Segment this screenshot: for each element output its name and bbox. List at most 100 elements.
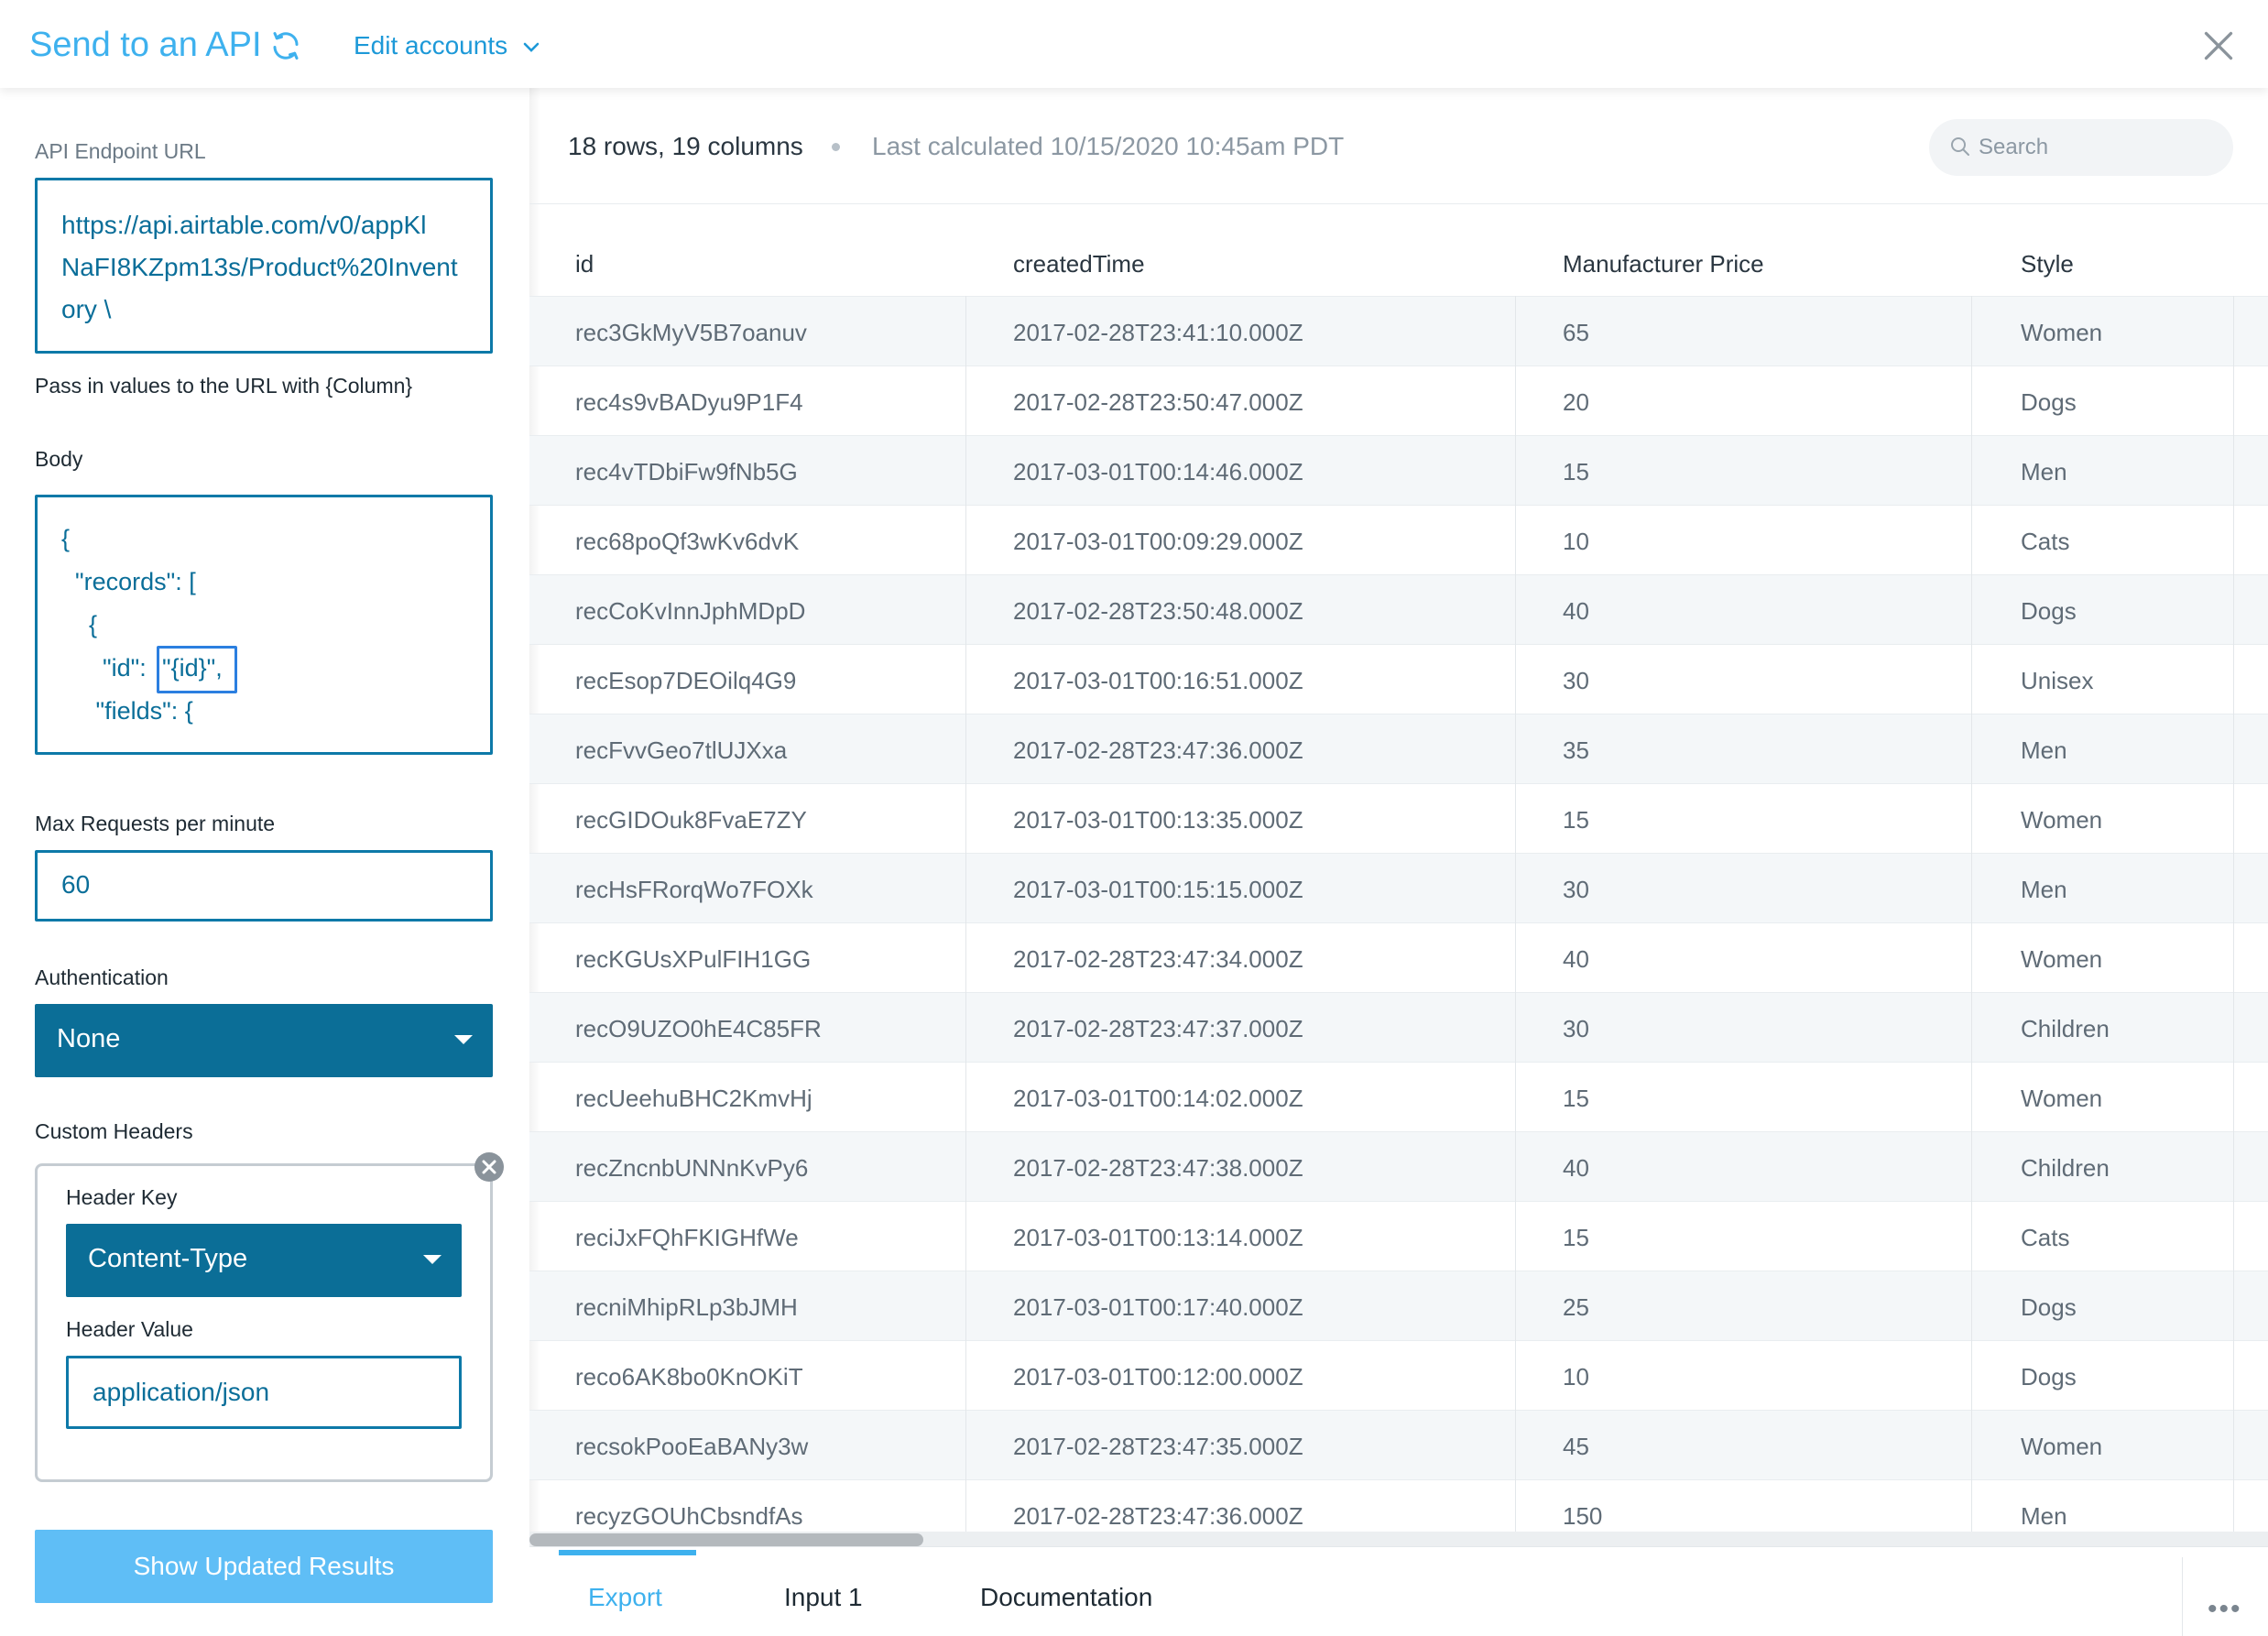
endpoint-line-3: ory \ — [61, 295, 112, 323]
more-icon[interactable]: ••• — [2208, 1594, 2242, 1625]
cell-style: Children — [2021, 1015, 2110, 1042]
cell-style: Women — [2021, 945, 2103, 973]
cell-style: Cats — [2021, 1224, 2070, 1251]
cell-manufacturer-price: 150 — [1563, 1502, 1603, 1530]
cell-createdtime: 2017-02-28T23:50:48.000Z — [1013, 597, 1303, 625]
search-input[interactable]: Search — [1929, 119, 2233, 176]
cell-style: Men — [2021, 1502, 2067, 1530]
endpoint-line-2: NaFI8KZpm13s/Product%20Invent — [61, 253, 458, 281]
cell-createdtime: 2017-02-28T23:47:38.000Z — [1013, 1154, 1303, 1182]
table-row[interactable]: rec3GkMyV5B7oanuv 2017-02-28T23:41:10.000… — [529, 296, 2268, 365]
table-row[interactable]: recyzGOUhCbsndfAs 2017-02-28T23:47:36.000… — [529, 1479, 2268, 1532]
horizontal-scrollbar-thumb[interactable] — [529, 1533, 923, 1546]
cell-manufacturer-price: 40 — [1563, 945, 1589, 973]
endpoint-label: API Endpoint URL — [35, 139, 206, 163]
header-value-text: application/json — [93, 1378, 270, 1406]
cell-id: recGIDOuk8FvaE7ZY — [575, 806, 807, 834]
header-key-value: Content-Type — [88, 1244, 248, 1273]
cell-createdtime: 2017-02-28T23:41:10.000Z — [1013, 319, 1303, 346]
table-row[interactable]: rec4vTDbiFw9fNb5G 2017-03-01T00:14:46.000… — [529, 435, 2268, 505]
authentication-select[interactable]: None — [35, 1004, 493, 1077]
column-divider — [1515, 296, 1516, 1532]
header-key-select[interactable]: Content-Type — [66, 1224, 462, 1297]
cell-manufacturer-price: 10 — [1563, 1363, 1589, 1391]
column-header-id[interactable]: id — [575, 250, 594, 278]
endpoint-help-text: Pass in values to the URL with {Column} — [35, 374, 413, 398]
cell-id: recyzGOUhCbsndfAs — [575, 1502, 803, 1530]
cell-id: recFvvGeo7tlUJXxa — [575, 736, 788, 764]
authentication-value: None — [57, 1024, 121, 1053]
cell-createdtime: 2017-03-01T00:12:00.000Z — [1013, 1363, 1303, 1391]
custom-headers-label: Custom Headers — [35, 1119, 193, 1143]
table-row[interactable]: reco6AK8bo0KnOKiT 2017-03-01T00:12:00.000… — [529, 1340, 2268, 1410]
cell-id: recKGUsXPulFIH1GG — [575, 945, 812, 973]
column-divider — [1971, 296, 1972, 1532]
cell-createdtime: 2017-03-01T00:16:51.000Z — [1013, 667, 1303, 694]
cell-manufacturer-price: 25 — [1563, 1293, 1589, 1321]
cell-id: recniMhipRLp3bJMH — [575, 1293, 798, 1321]
cell-style: Dogs — [2021, 1293, 2077, 1321]
tab-input-1[interactable]: Input 1 — [784, 1583, 863, 1612]
header-value-input[interactable]: application/json — [66, 1356, 462, 1429]
table-row[interactable]: recUeehuBHC2KmvHj 2017-03-01T00:14:02.000… — [529, 1062, 2268, 1131]
cell-id: recO9UZO0hE4C85FR — [575, 1015, 822, 1042]
cell-style: Unisex — [2021, 667, 2094, 694]
column-divider — [965, 296, 966, 1532]
cell-style: Dogs — [2021, 388, 2077, 416]
table-row[interactable]: reciJxFQhFKIGHfWe 2017-03-01T00:13:14.000… — [529, 1201, 2268, 1271]
body-label: Body — [35, 447, 83, 471]
edit-accounts-label: Edit accounts — [354, 31, 508, 60]
cell-createdtime: 2017-02-28T23:47:36.000Z — [1013, 736, 1303, 764]
panel-header: Send to an API Edit accounts — [0, 0, 2268, 88]
cell-manufacturer-price: 30 — [1563, 876, 1589, 903]
placeholder-highlight — [157, 646, 237, 693]
cell-createdtime: 2017-02-28T23:47:37.000Z — [1013, 1015, 1303, 1042]
column-header-manufacturer-price[interactable]: Manufacturer Price — [1563, 250, 1764, 278]
caret-down-icon — [454, 1035, 473, 1044]
body-editor[interactable]: { "records": [ { "id": "{id}", "fields":… — [35, 495, 493, 755]
max-requests-label: Max Requests per minute — [35, 812, 276, 835]
cell-style: Cats — [2021, 528, 2070, 555]
cell-style: Women — [2021, 1433, 2103, 1460]
tab-documentation[interactable]: Documentation — [980, 1583, 1152, 1612]
cell-style: Children — [2021, 1154, 2110, 1182]
cell-id: reco6AK8bo0KnOKiT — [575, 1363, 803, 1391]
table-row[interactable]: recsokPooEaBANy3w 2017-02-28T23:47:35.000… — [529, 1410, 2268, 1479]
last-calculated: Last calculated 10/15/2020 10:45am PDT — [872, 132, 1345, 160]
table-row[interactable]: recKGUsXPulFIH1GG 2017-02-28T23:47:34.000… — [529, 922, 2268, 992]
table-row[interactable]: rec68poQf3wKv6dvK 2017-03-01T00:09:29.000… — [529, 505, 2268, 574]
cell-manufacturer-price: 45 — [1563, 1433, 1589, 1460]
column-header-style[interactable]: Style — [2021, 250, 2074, 278]
tab-export[interactable]: Export — [588, 1583, 662, 1612]
close-icon[interactable] — [2202, 29, 2235, 62]
cell-id: reciJxFQhFKIGHfWe — [575, 1224, 799, 1251]
edit-accounts-dropdown[interactable]: Edit accounts — [354, 31, 540, 60]
table-row[interactable]: recFvvGeo7tlUJXxa 2017-02-28T23:47:36.000… — [529, 714, 2268, 783]
column-header-createdtime[interactable]: createdTime — [1013, 250, 1145, 278]
table-row[interactable]: rec4s9vBADyu9P1F4 2017-02-28T23:50:47.000… — [529, 365, 2268, 435]
cell-createdtime: 2017-02-28T23:47:36.000Z — [1013, 1502, 1303, 1530]
table-row[interactable]: recniMhipRLp3bJMH 2017-03-01T00:17:40.000… — [529, 1271, 2268, 1340]
cell-id: recZncnbUNNnKvPy6 — [575, 1154, 809, 1182]
cell-manufacturer-price: 65 — [1563, 319, 1589, 346]
cell-style: Men — [2021, 458, 2067, 485]
table-row[interactable]: recGIDOuk8FvaE7ZY 2017-03-01T00:13:35.000… — [529, 783, 2268, 853]
table-row[interactable]: recZncnbUNNnKvPy6 2017-02-28T23:47:38.000… — [529, 1131, 2268, 1201]
remove-icon[interactable] — [474, 1152, 504, 1182]
table-row[interactable]: recEsop7DEOilq4G9 2017-03-01T00:16:51.000… — [529, 644, 2268, 714]
separator-dot — [832, 143, 840, 151]
cell-createdtime: 2017-02-28T23:50:47.000Z — [1013, 388, 1303, 416]
table-row[interactable]: recHsFRorqWo7FOXk 2017-03-01T00:15:15.000… — [529, 853, 2268, 922]
cell-id: rec4vTDbiFw9fNb5G — [575, 458, 798, 485]
cell-id: recHsFRorqWo7FOXk — [575, 876, 813, 903]
header-key-label: Header Key — [66, 1185, 178, 1209]
refresh-icon[interactable] — [269, 29, 302, 62]
table-row[interactable]: recO9UZO0hE4C85FR 2017-02-28T23:47:37.000… — [529, 992, 2268, 1062]
table-row[interactable]: recCoKvInnJphMDpD 2017-02-28T23:50:48.000… — [529, 574, 2268, 644]
endpoint-url-input[interactable]: https://api.airtable.com/v0/appKl NaFI8K… — [35, 178, 493, 354]
cell-manufacturer-price: 40 — [1563, 1154, 1589, 1182]
max-requests-input[interactable]: 60 — [35, 850, 493, 922]
show-updated-results-button[interactable]: Show Updated Results — [35, 1530, 493, 1603]
send-to-api-panel: Send to an API Edit accounts API Endpoin… — [0, 0, 2268, 1636]
body-line-3: { — [61, 611, 98, 638]
